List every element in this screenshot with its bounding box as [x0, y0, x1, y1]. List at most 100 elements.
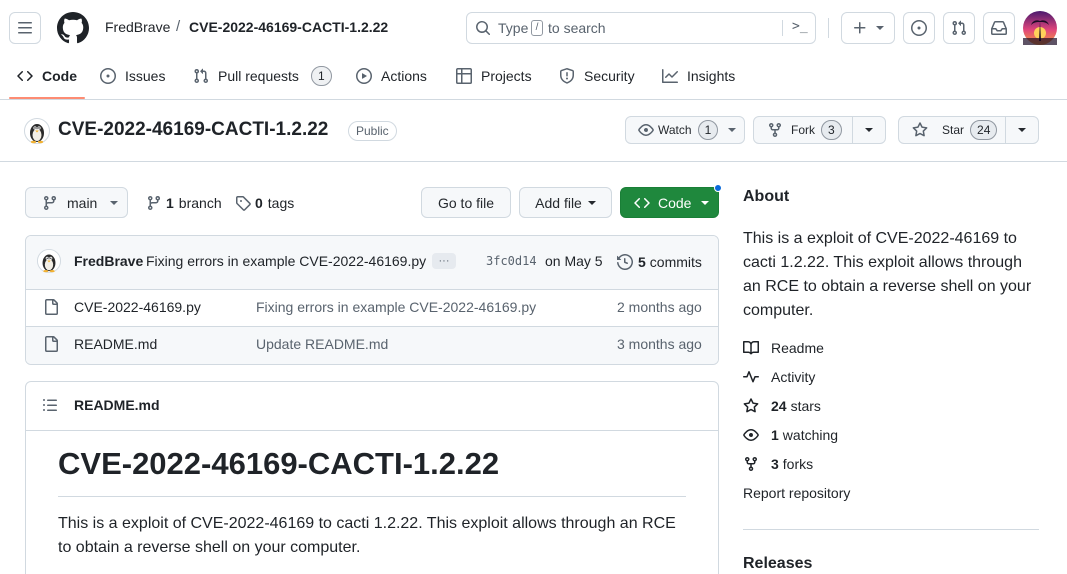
chevron-down-icon: [876, 26, 884, 30]
star-icon: [743, 398, 759, 413]
issues-button[interactable]: [903, 12, 935, 44]
commits-word: commits: [649, 254, 702, 270]
tab-pull-requests-label: Pull requests: [218, 68, 299, 84]
watching-word: watching: [782, 427, 839, 443]
commits-link[interactable]: 5 commits: [617, 253, 702, 271]
hamburger-icon: [18, 22, 32, 34]
commit-sha[interactable]: 3fc0d14: [486, 254, 537, 268]
commit-author[interactable]: FredBrave: [74, 253, 143, 269]
go-to-file-button[interactable]: Go to file: [421, 187, 511, 218]
graph-icon: [662, 69, 678, 83]
activity-link[interactable]: Activity: [743, 367, 815, 387]
stars-count: 24: [771, 398, 787, 414]
report-repository-link[interactable]: Report repository: [743, 485, 850, 501]
pull-requests-button[interactable]: [943, 12, 975, 44]
fork-button[interactable]: Fork 3: [753, 116, 853, 144]
star-button[interactable]: Star 24: [898, 116, 1006, 144]
tab-projects-label: Projects: [481, 68, 532, 84]
file-commit-message[interactable]: Update README.md: [256, 336, 388, 352]
branch-selector[interactable]: main: [25, 187, 128, 218]
search-placeholder-prefix: Type: [498, 20, 529, 36]
inbox-icon: [991, 21, 1007, 35]
watch-button[interactable]: Watch 1: [625, 116, 745, 144]
watching-count: 1: [771, 427, 779, 443]
tab-insights-label: Insights: [687, 68, 736, 84]
code-button[interactable]: Code: [620, 187, 719, 218]
github-logo-icon[interactable]: [57, 12, 89, 44]
readme-header-title[interactable]: README.md: [74, 397, 160, 413]
repo-title[interactable]: CVE-2022-46169-CACTI-1.2.22: [58, 119, 328, 141]
tag-word: tags: [267, 195, 295, 211]
file-icon: [45, 299, 58, 315]
search-icon: [476, 21, 491, 36]
stars-link[interactable]: 24 stars: [743, 396, 821, 416]
pull-requests-count: 1: [310, 66, 332, 86]
tab-code[interactable]: Code: [17, 64, 77, 88]
terminal-icon[interactable]: >_: [792, 19, 808, 34]
commit-author-avatar: [37, 249, 61, 273]
forks-word: forks: [782, 456, 814, 472]
list-icon[interactable]: [42, 397, 58, 413]
tab-issues[interactable]: Issues: [100, 64, 165, 88]
pull-request-icon: [952, 20, 967, 36]
header-divider: [828, 18, 829, 38]
repo-link[interactable]: CVE-2022-46169-CACTI-1.2.22: [189, 19, 388, 35]
code-button-dot: [714, 184, 722, 192]
create-new-button[interactable]: [841, 12, 895, 44]
readme-title-rule: [58, 496, 686, 497]
file-icon: [45, 336, 58, 352]
chevron-down-icon: [1018, 128, 1026, 132]
readme-link[interactable]: Readme: [743, 338, 824, 358]
forks-count: 3: [771, 456, 779, 472]
file-name[interactable]: CVE-2022-46169.py: [74, 299, 201, 315]
readme-body: This is a exploit of CVE-2022-46169 to c…: [58, 515, 676, 556]
chevron-down-icon: [110, 200, 119, 205]
global-header: FredBrave / CVE-2022-46169-CACTI-1.2.22 …: [0, 0, 1067, 56]
chevron-down-icon: [587, 200, 596, 205]
file-commit-message[interactable]: Fixing errors in example CVE-2022-46169.…: [256, 299, 536, 315]
branches-link[interactable]: 1 branch: [146, 194, 222, 212]
tab-projects[interactable]: Projects: [456, 64, 532, 88]
fork-icon: [769, 123, 781, 138]
pull-request-icon: [194, 68, 209, 84]
tags-link[interactable]: 0 tags: [235, 194, 294, 212]
tab-actions[interactable]: Actions: [356, 64, 427, 88]
star-icon: [912, 122, 928, 137]
about-description: This is a exploit of CVE-2022-46169 to c…: [743, 230, 1032, 319]
avatar[interactable]: [1023, 11, 1057, 45]
code-icon: [634, 197, 650, 208]
inbox-button[interactable]: [983, 12, 1015, 44]
search-shortcut-key: /: [531, 20, 543, 36]
tab-security[interactable]: Security: [559, 64, 635, 88]
eye-icon: [638, 124, 654, 136]
tab-actions-label: Actions: [381, 68, 427, 84]
watchers-link[interactable]: 1 watching: [743, 425, 838, 445]
owner-link[interactable]: FredBrave: [105, 19, 170, 35]
commit-message[interactable]: Fixing errors in example CVE-2022-46169.…: [146, 253, 426, 269]
sidebar-divider: [743, 529, 1039, 530]
fork-count: 3: [821, 120, 842, 140]
fork-label: Fork: [791, 123, 815, 137]
search-divider: [782, 20, 783, 36]
chevron-down-icon: [728, 128, 737, 132]
book-icon: [743, 340, 759, 355]
play-icon: [356, 68, 372, 84]
about-heading: About: [743, 188, 790, 205]
tab-pull-requests[interactable]: Pull requests 1: [193, 64, 332, 88]
tab-insights[interactable]: Insights: [662, 64, 735, 88]
search-placeholder-suffix: to search: [548, 20, 606, 36]
releases-heading[interactable]: Releases: [743, 555, 812, 573]
branch-count: 1: [166, 195, 174, 211]
file-name[interactable]: README.md: [74, 336, 157, 352]
commit-expand-button[interactable]: ···: [432, 253, 456, 269]
menu-button[interactable]: [9, 12, 41, 44]
add-file-button[interactable]: Add file: [519, 187, 612, 218]
breadcrumb-separator: /: [176, 18, 181, 35]
star-dropdown-button[interactable]: [1005, 116, 1039, 144]
code-icon: [17, 70, 33, 82]
pulse-icon: [743, 371, 759, 383]
fork-dropdown-button[interactable]: [852, 116, 886, 144]
forks-link[interactable]: 3 forks: [743, 454, 813, 474]
search-input[interactable]: Type / to search >_: [466, 12, 816, 44]
issue-icon: [911, 20, 927, 36]
